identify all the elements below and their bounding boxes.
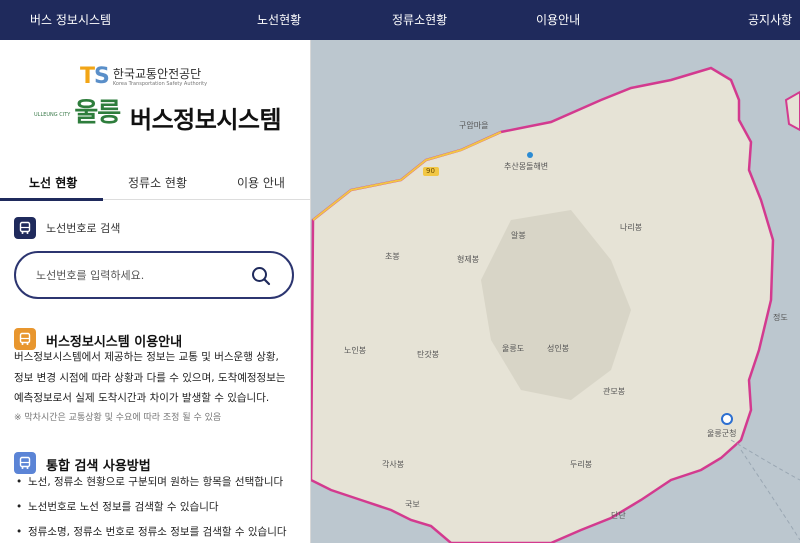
route-search-input[interactable] bbox=[36, 265, 246, 285]
page-title: 버스정보시스템 bbox=[130, 106, 282, 134]
map-label: 형제봉 bbox=[457, 255, 480, 264]
guide-line: 버스정보시스템에서 제공하는 정보는 교통 및 버스운행 상황, bbox=[14, 351, 279, 363]
list-item: 노선, 정류소 현황으로 구분되며 원하는 항목을 선택합니다 bbox=[14, 474, 287, 499]
ts-logo-subtitle: Korea Transportation Safety Authority bbox=[112, 80, 208, 87]
search-icon[interactable] bbox=[250, 265, 272, 287]
top-nav: 버스 정보시스템 노선현황 정류소현황 이용안내 공지사항 bbox=[0, 0, 800, 40]
ulleung-logo-small: ULLEUNG CITY bbox=[34, 112, 71, 118]
bus-icon bbox=[14, 217, 36, 239]
map-label: 탄갓봉 bbox=[417, 350, 440, 359]
map-label: 초봉 bbox=[385, 252, 400, 261]
ferry-route bbox=[730, 439, 800, 481]
nav-usage-guide[interactable]: 이용안내 bbox=[536, 11, 580, 28]
route-search-box bbox=[14, 251, 294, 299]
map-view[interactable]: 구암마을 추산몽돌해변 나리봉 알봉 초봉 형제봉 노인봉 탄갓봉 울릉도 성인… bbox=[311, 40, 800, 543]
search-help-bus-icon bbox=[14, 452, 36, 474]
road-number: 90 bbox=[426, 167, 435, 175]
ts-logo-name: 한국교통안전공단 bbox=[112, 66, 202, 81]
route-search-label: 노선번호로 검색 bbox=[46, 222, 121, 235]
guide-description: 버스정보시스템에서 제공하는 정보는 교통 및 버스운행 상황, 정보 변경 시… bbox=[14, 347, 308, 409]
map-label: 울릉도 bbox=[502, 344, 525, 353]
list-item: 정류소명, 정류소 번호로 정류소 정보를 검색할 수 있습니다 bbox=[14, 524, 287, 543]
guide-note: ※ 막차시간은 교통상황 및 수요에 따라 조정 될 수 있음 bbox=[14, 413, 222, 423]
nav-notices[interactable]: 공지사항 bbox=[748, 11, 792, 28]
map-label: 두리봉 bbox=[570, 460, 593, 469]
nav-route-status[interactable]: 노선현황 bbox=[257, 11, 301, 28]
map-label: 나리봉 bbox=[620, 223, 643, 232]
map-pin-icon bbox=[527, 152, 533, 158]
search-help-list: 노선, 정류소 현황으로 구분되며 원하는 항목을 선택합니다 노선번호로 노선… bbox=[14, 474, 287, 543]
map-label: 구암마을 bbox=[459, 121, 489, 130]
ulleung-logo-main: 울릉 bbox=[74, 98, 121, 128]
tab-usage-guide[interactable]: 이용 안내 bbox=[237, 174, 285, 191]
map-marker-icon bbox=[721, 413, 733, 425]
list-item: 노선번호로 노선 정보를 검색할 수 있습니다 bbox=[14, 499, 287, 524]
map-label: 노인봉 bbox=[344, 346, 367, 355]
tab-bar: 노선 현황 정류소 현황 이용 안내 bbox=[0, 162, 310, 201]
guide-line: 예측정보로서 실제 도착시간과 차이가 발생할 수 있습니다. bbox=[14, 392, 270, 404]
east-islet bbox=[784, 90, 800, 132]
guide-line: 정보 변경 시점에 따라 상황과 다를 수 있으며, 도착예정정보는 bbox=[14, 371, 286, 384]
map-label: 추산몽돌해변 bbox=[504, 162, 549, 171]
map-label: 알봉 bbox=[511, 231, 526, 240]
ts-logo: TS 한국교통안전공단 Korea Transportation Safety … bbox=[80, 66, 207, 88]
map-label: 국보 bbox=[405, 500, 420, 509]
ts-logo-mark: TS bbox=[80, 64, 110, 89]
ulleung-logo: ULLEUNG CITY 울릉 bbox=[34, 98, 121, 128]
map-label: 각사봉 bbox=[382, 460, 405, 469]
search-help-title: 통합 검색 사용방법 bbox=[46, 459, 151, 474]
active-tab-indicator bbox=[0, 198, 103, 201]
map-label: 관모봉 bbox=[603, 387, 626, 396]
tab-stop-status[interactable]: 정류소 현황 bbox=[128, 174, 187, 191]
map-label: 성인봉 bbox=[547, 344, 570, 353]
sidebar: TS 한국교통안전공단 Korea Transportation Safety … bbox=[0, 40, 311, 543]
tab-route-status[interactable]: 노선 현황 bbox=[29, 174, 77, 191]
map-label: 울릉군청 bbox=[707, 429, 737, 438]
map-label: 정도 bbox=[773, 313, 788, 322]
nav-brand[interactable]: 버스 정보시스템 bbox=[30, 11, 111, 28]
map-label: 단단 bbox=[611, 511, 626, 520]
nav-stop-status[interactable]: 정류소현황 bbox=[392, 11, 447, 28]
